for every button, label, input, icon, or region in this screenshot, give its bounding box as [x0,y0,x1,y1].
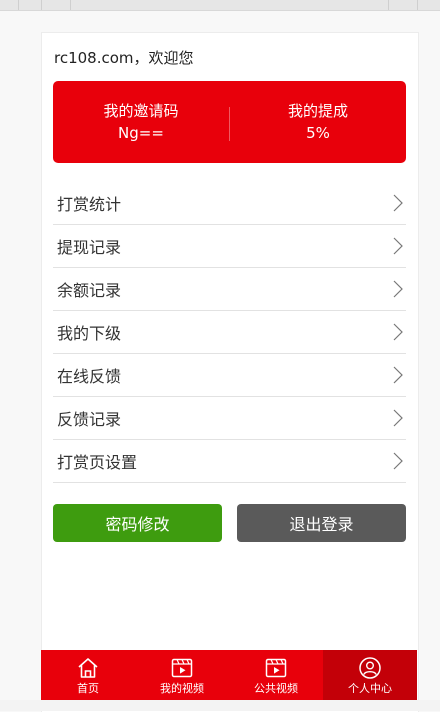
menu-item-subordinates[interactable]: 我的下级 [53,311,406,354]
chevron-right-icon [393,323,403,341]
home-icon [78,658,98,678]
menu-list: 打赏统计 提现记录 余额记录 我的下级 在线反馈 反馈记录 打赏页设置 [53,182,406,483]
tab-label: 公共视频 [254,682,298,695]
invite-code-block: 我的邀请码 Ng== [53,81,229,163]
commission-block: 我的提成 5% [230,81,406,163]
tab-label: 我的视频 [160,682,204,695]
strip-divider [70,0,71,10]
commission-label: 我的提成 [287,102,348,120]
chevron-right-icon [393,237,403,255]
strip-divider [388,0,389,10]
stats-panel: 我的邀请码 Ng== 我的提成 5% [53,81,406,163]
logout-button[interactable]: 退出登录 [237,504,406,542]
bottom-strip [0,700,440,711]
bottom-tab-bar: 首页 我的视频 公共视频 个人中心 [41,650,417,700]
strip-divider [417,0,418,10]
change-password-button[interactable]: 密码修改 [53,504,222,542]
tab-personal-center[interactable]: 个人中心 [323,650,417,700]
invite-code-label: 我的邀请码 [103,102,179,120]
menu-item-label: 在线反馈 [57,367,122,386]
menu-item-label: 打赏页设置 [57,453,138,472]
commission-value: 5% [306,124,330,142]
video-icon [265,658,287,678]
invite-code-value: Ng== [118,124,164,142]
video-icon [171,658,193,678]
chevron-right-icon [393,366,403,384]
welcome-text: rc108.com，欢迎您 [54,49,194,67]
chevron-right-icon [393,280,403,298]
menu-item-balance-records[interactable]: 余额记录 [53,268,406,311]
tab-public-videos[interactable]: 公共视频 [229,650,323,700]
menu-item-label: 余额记录 [57,281,122,300]
strip-divider [41,0,42,10]
menu-item-feedback-records[interactable]: 反馈记录 [53,397,406,440]
chevron-right-icon [393,409,403,427]
tab-label: 个人中心 [348,682,392,695]
tab-my-videos[interactable]: 我的视频 [135,650,229,700]
menu-item-label: 反馈记录 [57,410,122,429]
menu-item-tip-page-settings[interactable]: 打赏页设置 [53,440,406,483]
top-browser-strip [0,0,440,11]
menu-item-online-feedback[interactable]: 在线反馈 [53,354,406,397]
tab-label: 首页 [77,682,99,695]
chevron-right-icon [393,194,403,212]
user-icon [359,657,381,679]
chevron-right-icon [393,452,403,470]
tab-home[interactable]: 首页 [41,650,135,700]
menu-item-label: 提现记录 [57,238,122,257]
menu-item-label: 打赏统计 [57,195,122,214]
user-center-card: rc108.com，欢迎您 我的邀请码 Ng== 我的提成 5% 打赏统计 提现… [41,32,419,712]
menu-item-label: 我的下级 [57,324,122,343]
menu-item-tip-stats[interactable]: 打赏统计 [53,182,406,225]
strip-divider [18,0,19,10]
menu-item-withdraw-records[interactable]: 提现记录 [53,225,406,268]
